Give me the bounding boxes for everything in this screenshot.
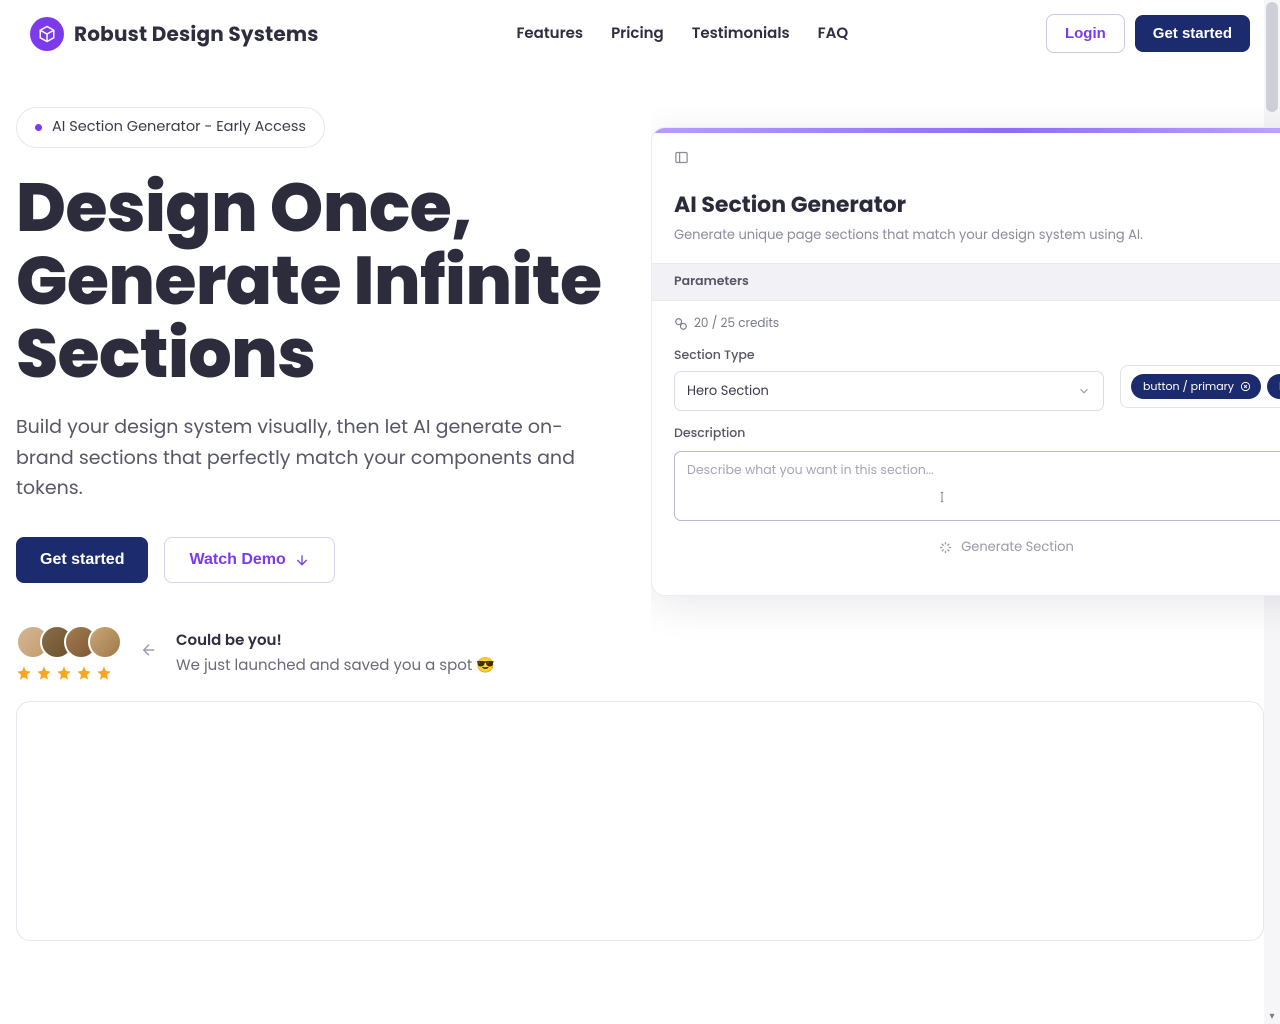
- hero-preview: AI Section Generator Generate unique pag…: [651, 107, 1280, 647]
- nav-testimonials[interactable]: Testimonials: [692, 22, 790, 45]
- app-preview-panel: AI Section Generator Generate unique pag…: [651, 127, 1280, 596]
- preview-subtitle: Generate unique page sections that match…: [674, 225, 1280, 245]
- hero-title: Design Once, Generate Infinite Sections: [16, 172, 611, 390]
- nav-features[interactable]: Features: [516, 22, 583, 45]
- avatars-and-stars: [16, 625, 122, 681]
- section-type-select[interactable]: Hero Section: [674, 371, 1104, 411]
- tag-button-primary[interactable]: button / primary: [1131, 374, 1261, 399]
- tag-partial[interactable]: but: [1267, 374, 1280, 399]
- auth-actions: Login Get started: [1046, 14, 1250, 53]
- close-icon[interactable]: [1240, 381, 1251, 392]
- section-type-value: Hero Section: [687, 381, 769, 401]
- hero-copy: AI Section Generator - Early Access Desi…: [16, 107, 611, 681]
- chip-dot-icon: [35, 124, 42, 131]
- feature-card-placeholder: [16, 701, 1264, 941]
- description-label: Description: [674, 425, 1280, 443]
- description-input[interactable]: Describe what you want in this section..…: [674, 451, 1280, 521]
- scrollbar-thumb[interactable]: [1266, 2, 1278, 112]
- hero-cta-row: Get started Watch Demo: [16, 537, 611, 583]
- credits-indicator: 20 / 25 credits: [674, 315, 1280, 333]
- avatar: [88, 625, 122, 659]
- social-sub: We just launched and saved you a spot 😎: [176, 654, 495, 677]
- nav-pricing[interactable]: Pricing: [611, 22, 664, 45]
- arrow-down-icon: [294, 552, 310, 568]
- social-proof: Could be you! We just launched and saved…: [16, 625, 611, 681]
- brand-logo[interactable]: Robust Design Systems: [30, 17, 319, 51]
- section-type-label: Section Type: [674, 347, 1104, 365]
- chevron-down-icon: [1077, 384, 1091, 398]
- nav-faq[interactable]: FAQ: [818, 22, 849, 45]
- star-icon: [16, 665, 32, 681]
- get-started-button[interactable]: Get started: [1135, 15, 1250, 52]
- star-icon: [76, 665, 92, 681]
- hero-section: AI Section Generator - Early Access Desi…: [0, 67, 1280, 681]
- generate-label: Generate Section: [961, 537, 1074, 557]
- star-rating: [16, 665, 122, 681]
- watch-demo-label: Watch Demo: [189, 551, 285, 569]
- watch-demo-button[interactable]: Watch Demo: [164, 537, 334, 583]
- scrollbar-down-arrow[interactable]: ▾: [1264, 1008, 1280, 1024]
- coins-icon: [674, 317, 688, 331]
- parameters-heading: Parameters: [652, 263, 1280, 301]
- announcement-chip[interactable]: AI Section Generator - Early Access: [16, 107, 325, 148]
- brand-name: Robust Design Systems: [74, 19, 319, 49]
- preview-title: AI Section Generator: [674, 188, 1280, 221]
- cube-icon: [30, 17, 64, 51]
- sidebar-toggle-icon[interactable]: [674, 148, 689, 171]
- credits-text: 20 / 25 credits: [694, 315, 779, 333]
- avatar-stack: [16, 625, 122, 659]
- login-button[interactable]: Login: [1046, 14, 1125, 53]
- star-icon: [36, 665, 52, 681]
- tag-label: button / primary: [1143, 378, 1234, 395]
- sparkles-icon: [938, 540, 953, 555]
- description-placeholder: Describe what you want in this section..…: [687, 462, 934, 479]
- generate-section-button[interactable]: Generate Section: [674, 521, 1280, 573]
- site-header: Robust Design Systems Features Pricing T…: [0, 0, 1280, 67]
- primary-nav: Features Pricing Testimonials FAQ: [343, 22, 1022, 45]
- text-cursor-icon: [935, 490, 949, 510]
- hero-get-started-button[interactable]: Get started: [16, 537, 148, 583]
- chip-label: AI Section Generator - Early Access: [52, 117, 306, 138]
- star-icon: [56, 665, 72, 681]
- arrow-left-icon: [140, 641, 158, 666]
- hero-lead: Build your design system visually, then …: [16, 412, 576, 503]
- components-tags[interactable]: button / primary but: [1120, 365, 1280, 408]
- star-icon: [96, 665, 112, 681]
- social-title: Could be you!: [176, 629, 495, 652]
- social-text: Could be you! We just launched and saved…: [176, 629, 495, 677]
